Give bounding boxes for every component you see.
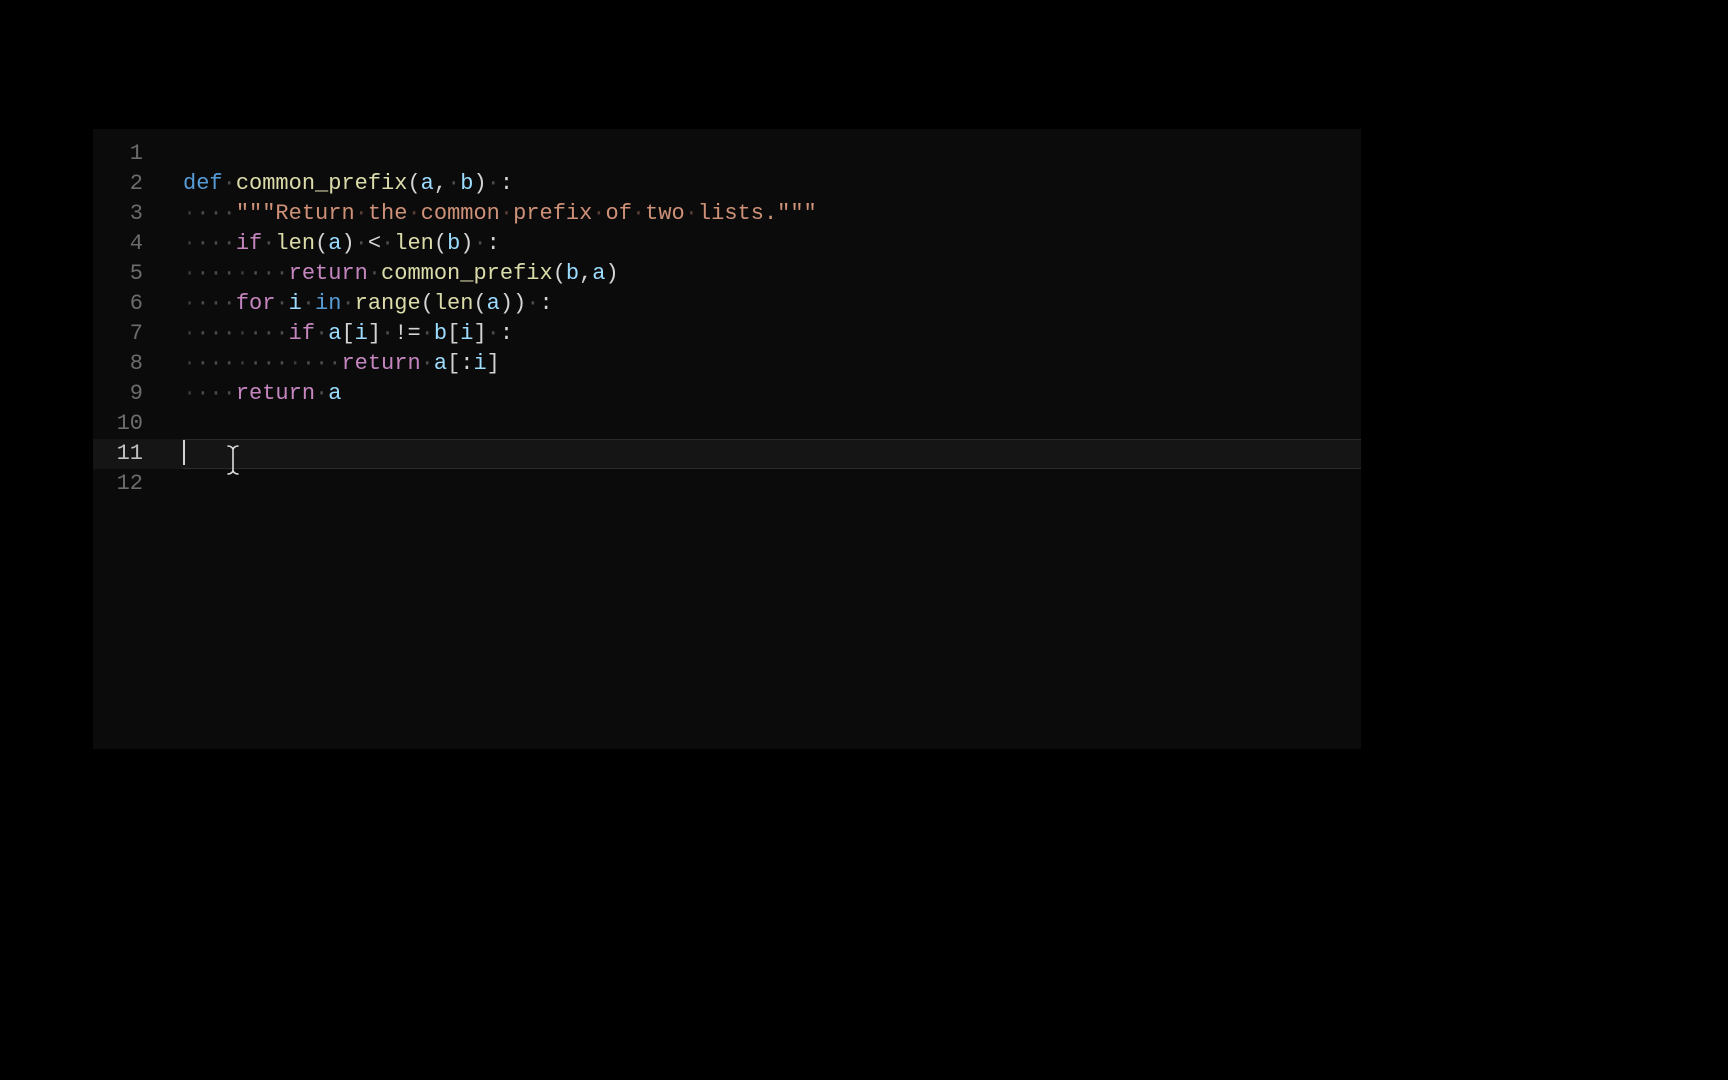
line-number: 11 xyxy=(93,439,153,469)
code-line[interactable]: 11 xyxy=(93,439,1361,469)
line-number: 4 xyxy=(93,229,153,259)
line-content[interactable] xyxy=(153,439,1361,469)
line-content[interactable]: ············return·a[:i] xyxy=(153,349,1361,379)
code-line[interactable]: 8············return·a[:i] xyxy=(93,349,1361,379)
line-number: 7 xyxy=(93,319,153,349)
line-content[interactable]: ········if·a[i]·!=·b[i]·: xyxy=(153,319,1361,349)
line-number: 1 xyxy=(93,139,153,169)
line-number: 5 xyxy=(93,259,153,289)
code-line[interactable]: 9····return·a xyxy=(93,379,1361,409)
code-line[interactable]: 6····for·i·in·range(len(a))·: xyxy=(93,289,1361,319)
line-content[interactable]: def·common_prefix(a,·b)·: xyxy=(153,169,1361,199)
code-lines[interactable]: 12def·common_prefix(a,·b)·:3····"""Retur… xyxy=(93,129,1361,499)
line-content[interactable]: ····if·len(a)·<·len(b)·: xyxy=(153,229,1361,259)
line-content[interactable]: ····for·i·in·range(len(a))·: xyxy=(153,289,1361,319)
code-line[interactable]: 12 xyxy=(93,469,1361,499)
line-number: 6 xyxy=(93,289,153,319)
code-line[interactable]: 7········if·a[i]·!=·b[i]·: xyxy=(93,319,1361,349)
code-line[interactable]: 2def·common_prefix(a,·b)·: xyxy=(93,169,1361,199)
code-line[interactable]: 1 xyxy=(93,139,1361,169)
line-content[interactable]: ····return·a xyxy=(153,379,1361,409)
line-content[interactable]: ········return·common_prefix(b,a) xyxy=(153,259,1361,289)
code-editor[interactable]: 12def·common_prefix(a,·b)·:3····"""Retur… xyxy=(93,129,1361,749)
code-line[interactable]: 10 xyxy=(93,409,1361,439)
line-number: 10 xyxy=(93,409,153,439)
line-content[interactable]: ····"""Return·the·common·prefix·of·two·l… xyxy=(153,199,1361,229)
line-number: 2 xyxy=(93,169,153,199)
line-number: 12 xyxy=(93,469,153,499)
code-line[interactable]: 5········return·common_prefix(b,a) xyxy=(93,259,1361,289)
line-number: 3 xyxy=(93,199,153,229)
line-number: 8 xyxy=(93,349,153,379)
code-line[interactable]: 3····"""Return·the·common·prefix·of·two·… xyxy=(93,199,1361,229)
code-line[interactable]: 4····if·len(a)·<·len(b)·: xyxy=(93,229,1361,259)
line-number: 9 xyxy=(93,379,153,409)
text-caret xyxy=(183,439,185,465)
